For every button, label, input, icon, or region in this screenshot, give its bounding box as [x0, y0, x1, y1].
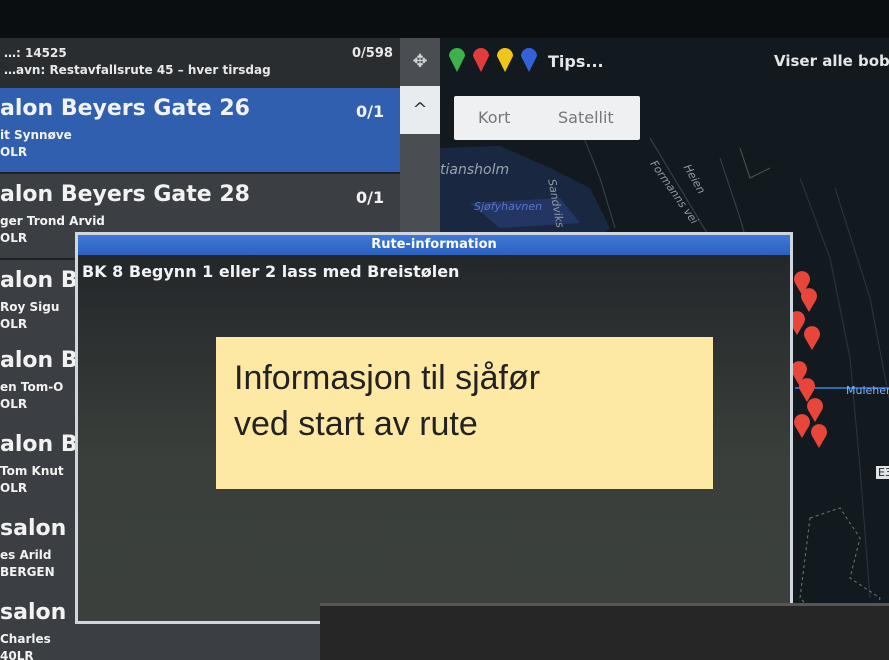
stop-contact: it Synnøve [0, 128, 72, 142]
route-name: …avn: Restavfallsrute 45 – hver tirsdag [4, 63, 271, 77]
stop-contact: Roy Sigu [0, 300, 60, 314]
filter-status: Viser alle bobl [774, 52, 889, 70]
route-header: …: 14525 …avn: Restavfallsrute 45 – hver… [0, 38, 400, 88]
list-scroll-column: ✥ ^ [400, 38, 440, 238]
map-mode-button[interactable]: Kort [478, 96, 510, 140]
route-progress-count: 0/598 [352, 46, 393, 61]
list-item[interactable]: alon Beyers Gate 26 it Synnøve OLR 0/1 [0, 88, 400, 174]
red-pin-icon[interactable] [472, 48, 490, 72]
stop-contact: en Tom-O [0, 380, 64, 394]
stop-count: 0/1 [356, 188, 385, 207]
route-info-text: BK 8 Begynn 1 eller 2 lass med Breistøle… [82, 262, 460, 281]
stop-contact: Tom Knut [0, 464, 64, 478]
move-handle-icon[interactable]: ✥ [400, 38, 440, 86]
stop-code: OLR [0, 481, 28, 495]
stop-code: 40LR [0, 649, 34, 660]
map-label: tiansholm [440, 162, 510, 178]
foreground-device-edge [320, 603, 889, 660]
stop-name: alon Beyers Gate 26 [0, 96, 250, 121]
annotation-line: ved start av rute [234, 405, 478, 443]
stop-contact: Charles [0, 632, 51, 646]
scroll-up-button[interactable]: ^ [400, 86, 440, 134]
tips-link[interactable]: Tips... [548, 52, 604, 71]
stop-code: OLR [0, 145, 28, 159]
dialog-title: Rute-information [78, 235, 790, 255]
satellite-mode-button[interactable]: Satellit [558, 96, 614, 140]
stop-name: alon Beyers Gate 28 [0, 182, 250, 207]
screen: …: 14525 …avn: Restavfallsrute 45 – hver… [0, 0, 889, 660]
stop-code: OLR [0, 231, 28, 245]
map-label: Sjøfyhavnen [474, 200, 543, 213]
stop-contact: es Arild [0, 548, 52, 562]
map-label: E3 [876, 466, 889, 479]
stop-count: 0/1 [356, 102, 385, 121]
route-number: …: 14525 [4, 46, 67, 60]
annotation-line: Informasjon til sjåfør [234, 359, 541, 397]
stop-code: BERGEN [0, 565, 55, 579]
stop-code: OLR [0, 317, 28, 331]
map-label: Muleheng [846, 384, 889, 397]
green-pin-icon[interactable] [448, 48, 466, 72]
stop-code: OLR [0, 397, 28, 411]
stop-contact: ger Trond Arvid [0, 214, 105, 228]
blue-pin-icon[interactable] [520, 48, 538, 72]
map-type-toggle: Kort Satellit [454, 96, 640, 140]
top-bezel [0, 0, 889, 38]
yellow-pin-icon[interactable] [496, 48, 514, 72]
annotation-callout: Informasjon til sjåfør ved start av rute [216, 337, 713, 489]
